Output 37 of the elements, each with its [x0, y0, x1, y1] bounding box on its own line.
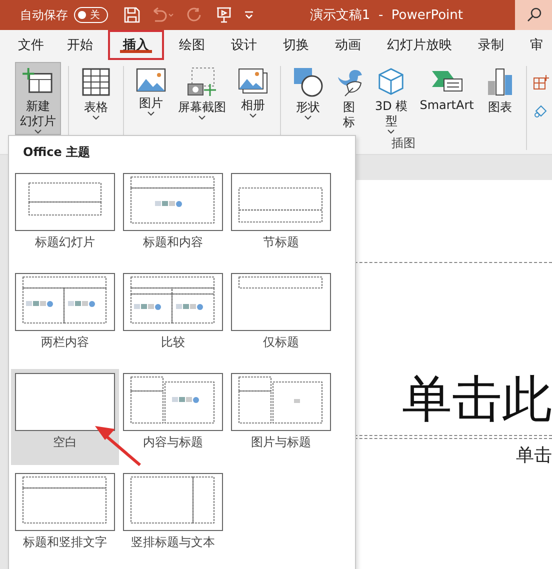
ribbon-button[interactable]: 图 标: [330, 62, 368, 135]
ribbon-tab[interactable]: 文件: [8, 30, 54, 60]
ribbon-tab[interactable]: 切换: [270, 30, 322, 60]
ribbon-button[interactable]: SmartArt: [414, 62, 479, 135]
layout-option[interactable]: 图片与标题: [227, 369, 335, 465]
title-placeholder-text: 单击此: [402, 369, 552, 429]
ribbon-button[interactable]: 新建 幻灯片: [15, 62, 61, 135]
ribbon-button[interactable]: 图片: [131, 62, 171, 135]
layout-option[interactable]: 标题和竖排文字: [11, 469, 119, 565]
ribbon-button[interactable]: 相册: [233, 62, 273, 135]
ribbon-button[interactable]: 图表: [480, 62, 519, 135]
ribbon-tab[interactable]: 录制: [465, 30, 517, 60]
autosave-label: 自动保存: [20, 6, 68, 24]
layout-option[interactable]: 竖排标题与文本: [119, 469, 227, 565]
layout-option[interactable]: 两栏内容: [11, 269, 119, 365]
layout-option[interactable]: 标题和内容: [119, 169, 227, 265]
ribbon-button[interactable]: 形状: [288, 62, 328, 135]
group-label: 插图: [391, 135, 416, 152]
ribbon-tab[interactable]: 设计: [218, 30, 270, 60]
layout-option[interactable]: 比较: [119, 269, 227, 365]
ribbon-tab[interactable]: 开始: [54, 30, 106, 60]
layout-option[interactable]: 空白: [11, 369, 119, 465]
layout-option[interactable]: 节标题: [227, 169, 335, 265]
layout-option[interactable]: 标题幻灯片: [11, 169, 119, 265]
ribbon-tab[interactable]: 幻灯片放映: [374, 30, 465, 60]
ribbon-button[interactable]: 屏幕截图: [173, 62, 231, 135]
ribbon-button[interactable]: 表格: [76, 62, 116, 135]
window-title: 演示文稿1 - PowerPoint: [310, 7, 463, 24]
ribbon-tab[interactable]: 审: [517, 30, 552, 60]
subtitle-placeholder-text: 单击: [516, 444, 552, 467]
ribbon-tab[interactable]: 绘图: [166, 30, 218, 60]
ribbon-tab[interactable]: 动画: [322, 30, 374, 60]
layout-option[interactable]: 仅标题: [227, 269, 335, 365]
autosave-toggle[interactable]: 关: [74, 7, 108, 23]
layout-option[interactable]: 内容与标题: [119, 369, 227, 465]
ribbon-button[interactable]: 3D 模 型: [370, 62, 413, 135]
menu-heading: Office 主题: [23, 144, 92, 161]
